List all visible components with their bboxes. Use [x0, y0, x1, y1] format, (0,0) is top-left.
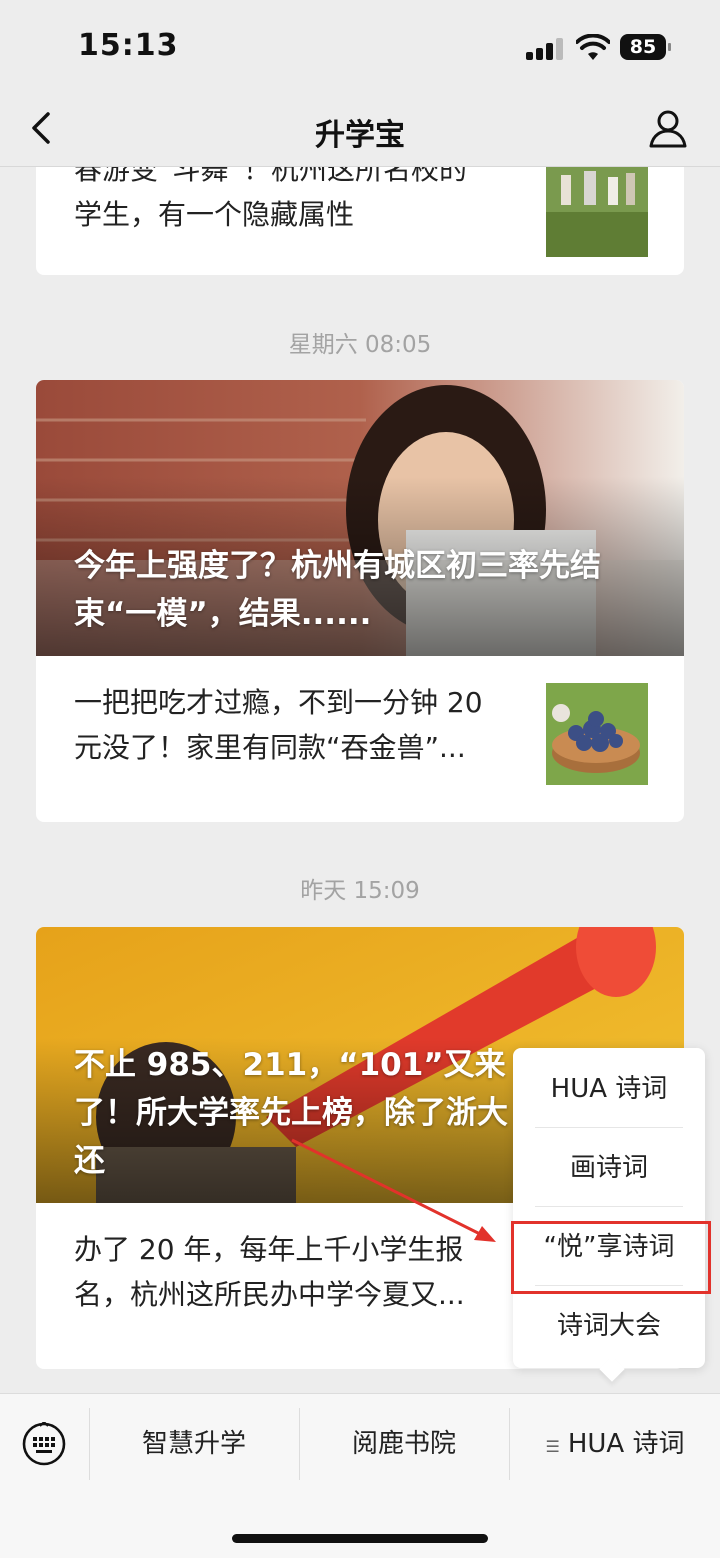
article-title: 春游变“斗舞”！杭州这所名校的 学生，有一个隐藏属性: [74, 167, 468, 231]
timestamp: 昨天 15:09: [300, 878, 420, 904]
navigation-bar: 升学宝: [0, 96, 720, 167]
cellular-signal-icon: [526, 38, 564, 60]
home-indicator[interactable]: [232, 1534, 488, 1543]
hero-article-title: 不止 985、211，“101”又来了！所大学率先上榜，除了浙大还: [74, 1047, 508, 1179]
wifi-icon: [576, 34, 610, 60]
page-title: 升学宝: [315, 118, 405, 153]
submenu-divider: [535, 1206, 683, 1207]
submenu-popup: HUA 诗词 画诗词 “悦”享诗词 诗词大会: [513, 1048, 705, 1368]
article-card[interactable]: 春游变“斗舞”！杭州这所名校的 学生，有一个隐藏属性: [36, 167, 684, 275]
article-item[interactable]: 一把把吃才过瘾，不到一分钟 20 元没了！家里有同款“吞金兽”...: [36, 656, 684, 822]
article-title: 办了 20 年，每年上千小学生报名，杭州这所民办中学今夏又...: [74, 1233, 465, 1311]
article-thumbnail: [546, 167, 648, 257]
menu-item-label: HUA 诗词: [567, 1429, 685, 1459]
keyboard-icon[interactable]: [22, 1422, 66, 1466]
timestamp: 星期六 08:05: [288, 332, 432, 358]
article-thumbnail: [546, 683, 648, 785]
menu-item-yuelu-academy[interactable]: 阅鹿书院: [300, 1406, 508, 1482]
submenu-item-paint-poetry[interactable]: 画诗词: [513, 1129, 705, 1208]
battery-icon: 85: [620, 34, 671, 60]
status-time: 15:13: [78, 28, 179, 63]
article-title: 一把把吃才过瘾，不到一分钟 20 元没了！家里有同款“吞金兽”...: [74, 686, 483, 764]
bottom-menu-bar: 智慧升学 阅鹿书院 ☰ HUA 诗词: [0, 1393, 720, 1558]
wechat-official-account-screen: 15:13 85 升学宝 春游变“斗舞”！杭州这所名校的 学生，有一个隐藏属性: [0, 0, 720, 1558]
menu-item-hua-poetry[interactable]: ☰ HUA 诗词: [510, 1406, 720, 1482]
hero-article[interactable]: 今年上强度了？杭州有城区初三率先结束“一模”，结果......: [36, 380, 684, 656]
profile-icon[interactable]: [646, 106, 690, 150]
submenu-item-hua-poetry[interactable]: HUA 诗词: [513, 1050, 705, 1129]
article-item[interactable]: 春游变“斗舞”！杭州这所名校的 学生，有一个隐藏属性: [36, 167, 684, 275]
hero-article-title: 今年上强度了？杭州有城区初三率先结束“一模”，结果......: [74, 548, 601, 632]
menu-item-smart-admission[interactable]: 智慧升学: [90, 1406, 298, 1482]
status-bar: 15:13 85: [0, 0, 720, 96]
submenu-item-poetry-conference[interactable]: 诗词大会: [513, 1287, 705, 1366]
article-card[interactable]: 今年上强度了？杭州有城区初三率先结束“一模”，结果...... 一把把吃才过瘾，…: [36, 380, 684, 822]
submenu-list-icon: ☰: [545, 1437, 560, 1456]
submenu-divider: [535, 1127, 683, 1128]
annotation-highlight-box: [511, 1221, 711, 1294]
